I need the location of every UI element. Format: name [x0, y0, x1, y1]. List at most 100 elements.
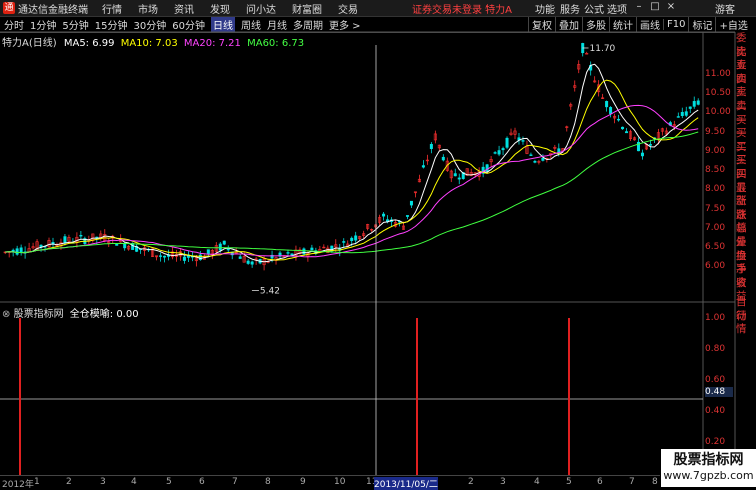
candle-body [684, 111, 688, 116]
side-item[interactable]: 总量 [736, 222, 756, 248]
candle-body [453, 173, 457, 177]
side-item[interactable]: 委比 [736, 32, 756, 58]
ytick: 6.50 [705, 242, 726, 252]
date-label: 4 [534, 477, 540, 487]
date-label: 6 [199, 477, 205, 487]
side-item[interactable]: 买四 [736, 154, 756, 180]
candle-body [621, 126, 625, 130]
candle-body [115, 243, 119, 246]
candle-body [354, 235, 358, 241]
candle-body [529, 154, 533, 156]
side-item[interactable]: 卖三 [736, 73, 756, 99]
ytick: 8.00 [705, 184, 726, 194]
candle-body [218, 243, 222, 251]
side-item[interactable]: 卖二 [736, 86, 756, 112]
candle-body [79, 235, 83, 237]
side-item[interactable]: 买五 [736, 168, 756, 194]
site-watermark: 股票指标网 www.7gpzb.com [661, 449, 756, 487]
side-item[interactable]: 自动 [736, 296, 756, 322]
side-item[interactable]: 换手 [736, 250, 756, 276]
candle-body [429, 144, 433, 149]
candle-body [206, 249, 210, 255]
side-item[interactable]: 收益 [736, 277, 756, 303]
quote-side-panel: 委比 卖五 卖四 卖三 卖二 卖一 买一 买二 买三 买四 买五 最新 涨跌 涨… [736, 32, 756, 336]
side-item[interactable]: 卖一 [736, 100, 756, 126]
cursor-value-tag: 0.48 [705, 387, 733, 397]
candle-body [421, 165, 425, 168]
side-item[interactable]: 卖四 [736, 59, 756, 85]
watermark-title: 股票指标网 [673, 452, 744, 468]
date-label: 5 [166, 477, 172, 487]
cursor-date: 2013/11/05/二 [374, 477, 438, 490]
date-label: 9 [300, 477, 306, 487]
candle-body [63, 236, 67, 243]
candle-body [246, 260, 250, 264]
side-item[interactable]: 最新 [736, 182, 756, 208]
candle-body [521, 140, 525, 142]
date-label: 2 [66, 477, 72, 487]
ytick: 7.00 [705, 223, 726, 233]
side-item[interactable]: 涨跌 [736, 195, 756, 221]
candle-body [640, 152, 644, 157]
date-label: 4 [131, 477, 137, 487]
candle-body [625, 131, 629, 134]
candle-body [405, 215, 409, 217]
date-label: 3 [100, 477, 106, 487]
candle-body [163, 255, 167, 258]
candle-body [15, 248, 19, 255]
candle-body [533, 160, 537, 163]
date-label: 10 [334, 477, 346, 487]
side-item[interactable]: 买二 [736, 127, 756, 153]
candle-body [441, 156, 445, 161]
ind-ytick: 0.40 [705, 406, 726, 416]
date-label: 8 [265, 477, 271, 487]
indicator-toggle-icon[interactable]: ⊗ [2, 309, 10, 320]
candle-body [485, 164, 489, 172]
side-item[interactable]: 买一 [736, 114, 756, 140]
ma60-line [5, 131, 699, 254]
candle-body [676, 116, 680, 118]
high-label: 11.70 [590, 44, 616, 54]
side-item[interactable]: 买三 [736, 141, 756, 167]
side-item[interactable]: 净资 [736, 263, 756, 289]
date-label: 7 [232, 477, 238, 487]
ind-ytick: 0.20 [705, 437, 726, 447]
date-label: 5 [566, 477, 572, 487]
ind-ytick: 0.80 [705, 344, 726, 354]
candle-body [505, 137, 509, 148]
candle-body [692, 101, 696, 107]
candle-body [286, 252, 290, 254]
date-label: 3 [500, 477, 506, 487]
candle-body [680, 112, 684, 116]
date-label: 2012年 [2, 480, 34, 490]
candle-body [617, 118, 621, 121]
ytick: 6.00 [705, 261, 726, 271]
side-item[interactable]: 涨幅 [736, 209, 756, 235]
candle-body [250, 261, 254, 265]
candle-body [159, 255, 163, 257]
candle-body [541, 157, 545, 161]
side-item[interactable]: 外盘 [736, 236, 756, 262]
side-item[interactable]: 卖五 [736, 46, 756, 72]
candle-body [409, 200, 413, 206]
indicator-value: 全仓模喻: 0.00 [69, 309, 139, 320]
candle-body [382, 213, 386, 217]
ma20-line [5, 104, 699, 258]
candle-body [350, 237, 354, 241]
candle-body [238, 256, 242, 259]
candle-body [688, 106, 692, 109]
date-label: 7 [629, 477, 635, 487]
candle-body [123, 243, 127, 249]
date-label: 1 [34, 477, 40, 487]
ytick: 9.00 [705, 146, 726, 156]
candle-body [493, 152, 497, 154]
ytick: 8.50 [705, 165, 726, 175]
side-item[interactable]: 行情 [736, 310, 756, 336]
low-label: 5.42 [260, 286, 280, 296]
ma10-line [5, 79, 699, 261]
candle-body [457, 177, 461, 180]
candle-body [222, 240, 226, 245]
kline-chart[interactable]: 11.70 5.42 [0, 0, 756, 487]
indicator-name: 股票指标网 [13, 309, 64, 320]
ind-ytick: 0.60 [705, 375, 726, 385]
